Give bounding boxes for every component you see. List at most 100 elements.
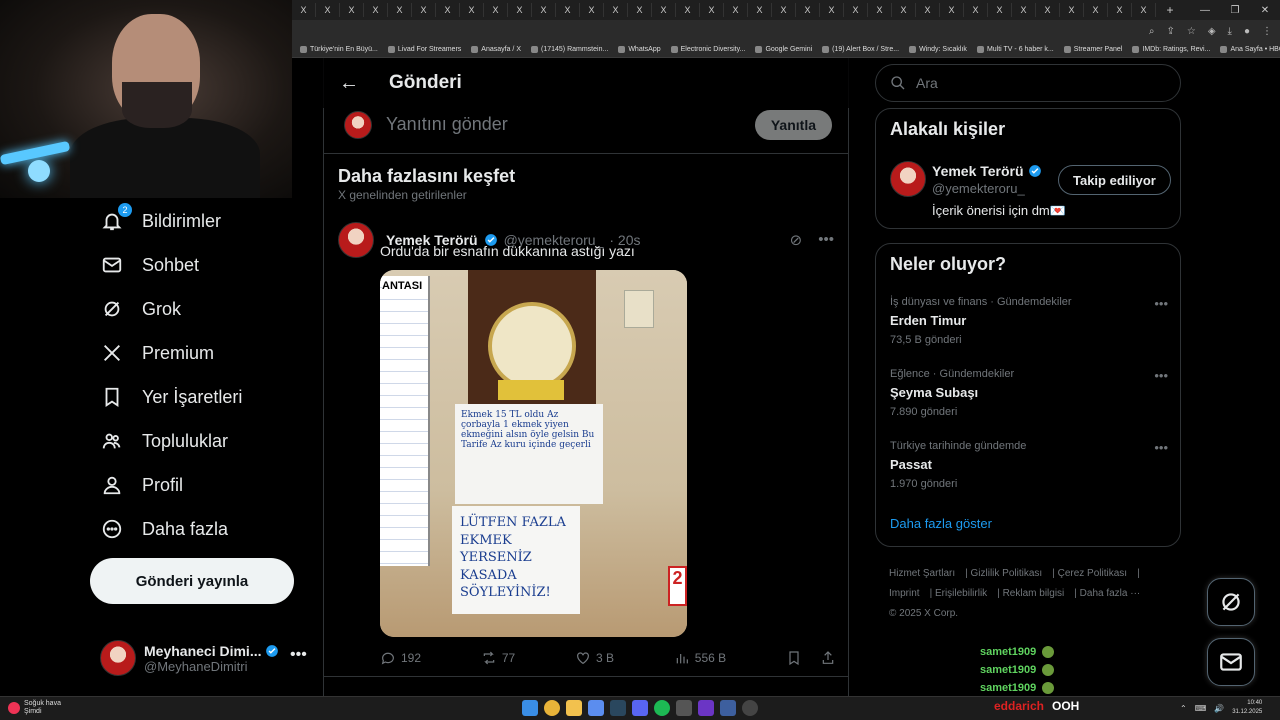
footer-link[interactable]: Reklam bilgisi: [1003, 588, 1065, 599]
browser-tab[interactable]: X: [748, 3, 772, 17]
bookmark-item[interactable]: Türkiye'nin En Büyü...: [300, 46, 378, 53]
bookmark-icon[interactable]: [786, 650, 802, 666]
browser-tab[interactable]: X: [676, 3, 700, 17]
browser-tab[interactable]: X: [844, 3, 868, 17]
windows-start-icon[interactable]: [522, 700, 538, 716]
browser-tab[interactable]: X: [604, 3, 628, 17]
like-action[interactable]: 3 B: [575, 650, 614, 666]
nav-item-topluluklar[interactable]: Topluluklar: [100, 421, 228, 461]
reply-action[interactable]: 192: [380, 650, 421, 666]
footer-link[interactable]: Hizmet Şartları: [889, 568, 955, 579]
trend-item[interactable]: İş dünyası ve finans · Gündemdekiler Erd…: [890, 296, 1168, 346]
browser-tab[interactable]: X: [1036, 3, 1060, 17]
extension-icon[interactable]: ◈: [1208, 26, 1216, 37]
footer-link[interactable]: Daha fazla ···: [1080, 588, 1141, 599]
browser-tab[interactable]: X: [340, 3, 364, 17]
chrome-icon[interactable]: [544, 700, 560, 716]
back-arrow-icon[interactable]: ←: [339, 72, 359, 95]
browser-tab[interactable]: X: [1084, 3, 1108, 17]
browser-tab[interactable]: X: [820, 3, 844, 17]
bookmark-item[interactable]: Streamer Panel: [1063, 46, 1122, 53]
bookmark-item[interactable]: WhatsApp: [618, 46, 661, 53]
weather-widget[interactable]: Soğuk hava Şimdi: [8, 700, 61, 716]
avatar[interactable]: [338, 222, 374, 258]
nav-item-profil[interactable]: Profil: [100, 465, 183, 505]
browser-tab[interactable]: X: [892, 3, 916, 17]
avatar[interactable]: [890, 161, 926, 197]
search-icon[interactable]: ⌕: [1149, 26, 1155, 37]
minimize-icon[interactable]: —: [1190, 5, 1220, 16]
browser-tab[interactable]: X: [364, 3, 388, 17]
browser-tab[interactable]: X: [316, 3, 340, 17]
footer-link[interactable]: Erişilebilirlik: [935, 588, 987, 599]
nav-item-yer-i-şaretleri[interactable]: Yer İşaretleri: [100, 377, 242, 417]
browser-tab[interactable]: X: [556, 3, 580, 17]
bookmark-item[interactable]: (19) Alert Box / Stre...: [822, 46, 899, 53]
edge-icon[interactable]: [588, 700, 604, 716]
bookmark-item[interactable]: Multi TV - 6 haber k...: [976, 46, 1054, 53]
browser-tab[interactable]: X: [940, 3, 964, 17]
views-action[interactable]: 556 B: [674, 650, 726, 666]
more-dots-icon[interactable]: •••: [1154, 296, 1168, 311]
nav-item-bildirimler[interactable]: 2 Bildirimler: [100, 201, 221, 241]
related-person-name[interactable]: Yemek Terörü: [932, 163, 1024, 179]
browser-tab[interactable]: X: [1012, 3, 1036, 17]
obs-icon[interactable]: [742, 700, 758, 716]
browser-tab[interactable]: X: [292, 3, 316, 17]
browser-tab[interactable]: X: [652, 3, 676, 17]
more-dots-icon[interactable]: •••: [818, 231, 834, 249]
footer-link[interactable]: Imprint: [889, 588, 920, 599]
repost-action[interactable]: 77: [481, 650, 515, 666]
discord-icon[interactable]: [632, 700, 648, 716]
folder-icon[interactable]: [566, 700, 582, 716]
bookmark-item[interactable]: IMDb: Ratings, Revi...: [1132, 46, 1210, 53]
browser-tab[interactable]: X: [628, 3, 652, 17]
messages-floating-button[interactable]: [1207, 638, 1255, 686]
nav-item-sohbet[interactable]: Sohbet: [100, 245, 199, 285]
browser-tab[interactable]: X: [436, 3, 460, 17]
following-button[interactable]: Takip ediliyor: [1058, 165, 1171, 195]
browser-tab[interactable]: X: [484, 3, 508, 17]
search-input[interactable]: Ara: [875, 64, 1181, 102]
browser-tab[interactable]: X: [988, 3, 1012, 17]
tweet-photo[interactable]: ANTASI Ekmek 15 TL oldu Az çorbayla 1 ek…: [380, 270, 687, 637]
browser-tab[interactable]: X: [1132, 3, 1156, 17]
browser-tab[interactable]: X: [388, 3, 412, 17]
bookmark-item[interactable]: Anasayfa / X: [471, 46, 521, 53]
bookmark-item[interactable]: Windy: Sıcaklık: [909, 46, 967, 53]
app-icon[interactable]: [720, 700, 736, 716]
bookmark-item[interactable]: Google Gemini: [755, 46, 812, 53]
spotify-icon[interactable]: [654, 700, 670, 716]
browser-tab[interactable]: X: [964, 3, 988, 17]
bookmark-item[interactable]: Electronic Diversity...: [670, 46, 745, 53]
star-icon[interactable]: ☆: [1187, 26, 1196, 37]
more-dots-icon[interactable]: •••: [1154, 368, 1168, 383]
close-icon[interactable]: ✕: [1250, 5, 1280, 16]
browser-tab[interactable]: X: [868, 3, 892, 17]
footer-link[interactable]: Gizlilik Politikası: [971, 568, 1043, 579]
download-icon[interactable]: ⤓: [1228, 26, 1232, 37]
nav-item-daha-fazla[interactable]: Daha fazla: [100, 509, 228, 549]
reply-input[interactable]: Yanıtını gönder: [386, 114, 755, 135]
post-button[interactable]: Gönderi yayınla: [90, 558, 294, 604]
browser-tab[interactable]: X: [1108, 3, 1132, 17]
browser-tab[interactable]: X: [772, 3, 796, 17]
reply-button[interactable]: Yanıtla: [754, 109, 832, 140]
nav-item-premium[interactable]: Premium: [100, 333, 214, 373]
browser-tab[interactable]: X: [700, 3, 724, 17]
browser-tab[interactable]: X: [508, 3, 532, 17]
bookmark-item[interactable]: Ana Sayfa • HBO Max: [1220, 46, 1280, 53]
nav-item-grok[interactable]: Grok: [100, 289, 181, 329]
related-person-name-row[interactable]: Yemek Terörü: [932, 163, 1042, 179]
steam-icon[interactable]: [610, 700, 626, 716]
profile-icon[interactable]: ●: [1244, 26, 1250, 37]
browser-tab[interactable]: X: [412, 3, 436, 17]
app-icon[interactable]: [676, 700, 692, 716]
clock-time[interactable]: 10:40: [1232, 699, 1262, 708]
footer-link[interactable]: Çerez Politikası: [1058, 568, 1127, 579]
grok-floating-button[interactable]: [1207, 578, 1255, 626]
related-person-handle[interactable]: @yemekteroru_: [932, 181, 1025, 196]
menu-icon[interactable]: ⋮: [1262, 26, 1272, 37]
trend-item[interactable]: Eğlence · Gündemdekiler Şeyma Subaşı 7.8…: [890, 368, 1168, 418]
browser-tab[interactable]: X: [580, 3, 604, 17]
